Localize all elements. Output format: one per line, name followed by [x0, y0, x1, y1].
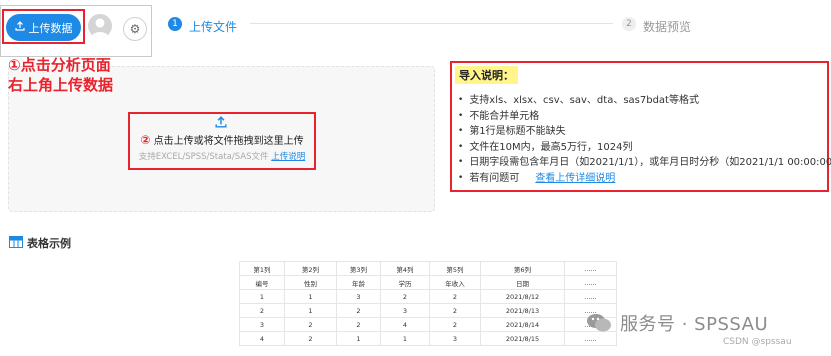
note-text: 文件在10M内，最高5万行，1024列 [469, 141, 633, 153]
table-cell: 1 [336, 331, 381, 346]
sample-table: 第1列 第2列 第3列 第4列 第5列 第6列...... 编号 性别 年龄 学历 年收入 日期...… [239, 261, 617, 346]
step-divider [250, 23, 613, 24]
table-cell: 3 [380, 303, 430, 318]
avatar[interactable] [88, 14, 112, 38]
note-text: 日期字段需包含年月日（如2021/1/1），或年月日时分秒（如2021/1/1 … [469, 157, 831, 168]
table-cell: 第4列 [380, 261, 430, 276]
annotation-line-2: 右上角上传数据 [8, 76, 114, 94]
table-cell: 1 [380, 331, 430, 346]
table-cell: 3 [239, 317, 285, 332]
user-icon [91, 18, 109, 38]
annotation-text: ①点击分析页面 右上角上传数据 [8, 55, 113, 95]
table-cell: 第6列 [480, 261, 565, 276]
upload-detail-link[interactable]: 查看上传详细说明 [535, 171, 615, 187]
import-notes-title: 导入说明： [455, 66, 518, 84]
table-cell: 2 [239, 303, 285, 318]
table-cell: 第1列 [239, 261, 285, 276]
table-cell: 2 [284, 317, 337, 332]
table-row: 编号 性别 年龄 学历 年收入 日期...... [239, 275, 617, 290]
drop-main-text: 点击上传或将文件拖拽到这里上传 [153, 136, 304, 147]
table-row: 2 1 2 3 2 2021/8/13...... [239, 303, 617, 318]
table-cell: 2 [336, 317, 381, 332]
table-cell: 第5列 [429, 261, 481, 276]
list-item: • 日期字段需包含年月日（如2021/1/1），或年月日时分秒（如2021/1/1… [458, 155, 831, 171]
table-cell: 2 [429, 303, 481, 318]
note-text: 支持xls、xlsx、csv、sav、dta、sas7bdat等格式 [469, 95, 699, 106]
annotation-line-1: ①点击分析页面 [8, 56, 111, 74]
table-cell: 2021/8/13 [480, 303, 565, 318]
list-item: • 不能合并单元格 [458, 109, 831, 125]
table-row: 1 1 3 2 2 2021/8/12...... [239, 289, 617, 304]
table-cell: ...... [564, 289, 617, 304]
gear-icon: ⚙ [129, 22, 141, 36]
table-cell: 2 [429, 317, 481, 332]
note-text: 不能合并单元格 [469, 110, 540, 122]
supported-files-text: 支持EXCEL/SPSS/Stata/SAS文件 [138, 152, 269, 162]
table-cell: 日期 [480, 275, 565, 290]
settings-button[interactable]: ⚙ [123, 17, 147, 41]
table-cell: 2 [284, 331, 337, 346]
import-notes-list: • 支持xls、xlsx、csv、sav、dta、sas7bdat等格式 • 不能合… [458, 93, 831, 186]
step-1-number: 1 [168, 17, 182, 31]
annotation-marker: ② [140, 133, 151, 147]
table-cell: ...... [564, 275, 617, 290]
list-item: • 若有问题可 查看上传详细说明 [458, 171, 831, 187]
note-text: 第1行是标题不能缺失 [469, 126, 566, 137]
table-cell: 2 [380, 289, 430, 304]
table-cell: 1 [284, 303, 337, 318]
watermark-text: 服务号 · SPSSAU [620, 314, 769, 335]
drop-sub: 支持EXCEL/SPSS/Stata/SAS文件 上传说明 [128, 150, 316, 162]
table-cell: 2021/8/12 [480, 289, 565, 304]
table-cell: 3 [336, 289, 381, 304]
credit-text: CSDN @spssau [723, 337, 792, 347]
table-cell: 4 [380, 317, 430, 332]
upload-help-link[interactable]: 上传说明 [271, 152, 305, 162]
table-cell: 1 [239, 289, 285, 304]
table-cell: ...... [564, 331, 617, 346]
table-cell: 年龄 [336, 275, 381, 290]
table-cell: 2021/8/15 [480, 331, 565, 346]
table-icon [9, 236, 23, 248]
table-cell: 编号 [239, 275, 285, 290]
table-cell: 3 [429, 331, 481, 346]
wechat-icon [586, 313, 612, 333]
table-cell: 第2列 [284, 261, 337, 276]
table-cell: ...... [564, 261, 617, 276]
table-cell: 第3列 [336, 261, 381, 276]
list-item: • 第1行是标题不能缺失 [458, 124, 831, 140]
annotation-box-upload-button [2, 9, 85, 44]
table-row: 4 2 1 1 3 2021/8/15...... [239, 331, 617, 346]
table-row: 第1列 第2列 第3列 第4列 第5列 第6列...... [239, 261, 617, 276]
drop-instruction[interactable]: ② 点击上传或将文件拖拽到这里上传 [128, 132, 316, 147]
list-item: • 支持xls、xlsx、csv、sav、dta、sas7bdat等格式 [458, 93, 831, 109]
step-2-label: 数据预览 [643, 20, 692, 34]
table-row: 322422021/8/14...... [239, 317, 617, 332]
table-cell: 年收入 [429, 275, 481, 290]
table-cell: 性别 [284, 275, 337, 290]
note-text: 若有问题可 [469, 172, 520, 184]
table-example-title: 表格示例 [27, 237, 71, 250]
table-cell: 2 [336, 303, 381, 318]
table-cell: 4 [239, 331, 285, 346]
list-item: • 文件在10M内，最高5万行，1024列 [458, 140, 831, 156]
table-cell: 2021/8/14 [480, 317, 565, 332]
step-2-number: 2 [622, 17, 636, 31]
table-cell: 1 [284, 289, 337, 304]
table-cell: 学历 [380, 275, 430, 290]
step-1-label: 上传文件 [189, 20, 238, 34]
table-cell: 2 [429, 289, 481, 304]
upload-icon[interactable] [213, 116, 229, 130]
